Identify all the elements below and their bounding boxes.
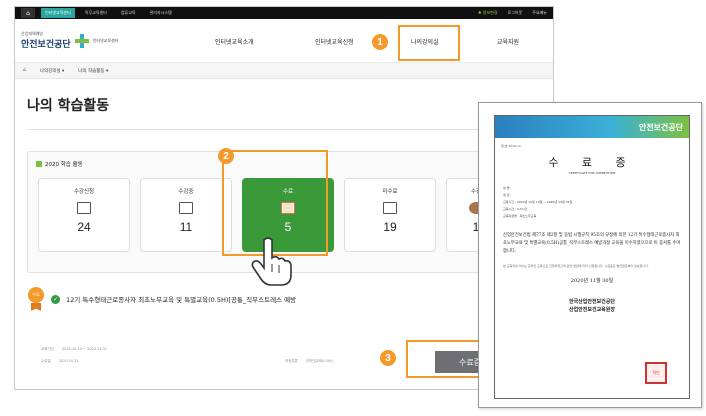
site-header: 산업재해예방 안전보건공단 인터넷교육센터 인터넷교육소개 인터넷교육신청 나의… (15, 19, 553, 63)
logo-center-name: 인터넷교육센터 (92, 37, 119, 43)
home-icon[interactable]: ⌂ (21, 8, 35, 18)
pointer-hand-icon (251, 237, 292, 286)
page-title: 나의 학습활동 (27, 98, 110, 114)
certificate-number: 제 호 2020-11 (501, 144, 521, 148)
card-in-progress[interactable]: 수강중 11 (140, 178, 232, 252)
write-icon (77, 202, 91, 214)
callout-badge-1: 1 (372, 34, 388, 50)
course-title[interactable]: 12기 특수형태근로종사자 최초노무교육 및 특별교육(0.5H)[공통_직무스… (66, 294, 296, 304)
breadcrumb: ⌂ 나의강의실 ▾ 나의 학습활동 ▾ (15, 63, 553, 79)
top-bar: ⌂ 인터넷교육센터 직무교육센터 컴퓨교육 관리자시스템 ♣ 정보변경 로그아웃… (15, 7, 553, 19)
card-value: 11 (179, 220, 193, 234)
logo-name: 안전보건공단 (21, 39, 71, 49)
divider (27, 129, 553, 130)
course-row: 수료 ✓ 12기 특수형태근로종사자 최초노무교육 및 특별교육(0.5H)[공… (27, 287, 547, 311)
callout-box-3 (406, 340, 486, 378)
panel-title-icon (36, 161, 42, 167)
check-icon: ✓ (51, 294, 60, 304)
card-label: 수강신청 (73, 189, 95, 195)
topbar-logout-link[interactable]: 로그아웃 (508, 10, 523, 16)
certificate-subtitle: CERTIFICATE FOR COMPLETION (568, 171, 616, 175)
card-value: 19 (383, 220, 397, 234)
topbar-tab-job[interactable]: 직무교육센터 (81, 10, 111, 16)
nav-item-support[interactable]: 교육지원 (497, 37, 519, 46)
certificate-notes: 본 교육과정 이수는 온라인 교육으로 진행되었으며 관련 법령에 따라 인정됩… (503, 264, 649, 268)
certificate-header: 안전보건공단 (495, 116, 689, 138)
certificate-popup: 안전보건공단 제 호 2020-11 수 료 증 CERTIFICATE FOR… (478, 102, 702, 408)
course-category: 과정분류 인터넷교육(0.5H) (285, 359, 333, 363)
card-enrolled[interactable]: 수강신청 24 (38, 178, 130, 252)
card-label: 수강중 (178, 189, 194, 195)
topbar-tab-internet[interactable]: 인터넷교육센터 (41, 8, 75, 18)
certificate-fields: 성 명 : 생 년 : 교육기간 : 2020년 10월 14일 ~ 2020년… (503, 186, 573, 218)
breadcrumb-level2[interactable]: 나의 학습활동 ▾ (78, 68, 108, 74)
nav-item-intro[interactable]: 인터넷교육소개 (215, 37, 254, 46)
cross-logo-icon (74, 33, 89, 48)
certificate-issuer: 한국산업안전보건공단 산업안전보건교육원장 (568, 299, 615, 313)
certificate-date: 2020년 11월 30일 (570, 278, 614, 284)
topbar-profile-link[interactable]: ♣ 정보변경 (478, 10, 498, 16)
medal-icon: 수료 (27, 287, 45, 311)
certificate-title: 수 료 증 (548, 156, 636, 169)
certificate-org: 안전보건공단 (638, 122, 683, 132)
topbar-menu-link[interactable]: 주요메뉴 (532, 10, 547, 16)
topbar-tab-computer[interactable]: 컴퓨교육 (117, 10, 140, 16)
clipboard-icon (383, 202, 397, 214)
card-not-completed[interactable]: 미수료 19 (344, 178, 436, 252)
course-period: 교육기간 2020.10.14 ~ 2020.12.31 (41, 347, 108, 351)
card-value: 24 (77, 220, 91, 234)
callout-badge-2: 2 (218, 148, 234, 164)
callout-box-1 (398, 25, 460, 61)
card-label: 미수료 (382, 189, 398, 195)
nav-item-apply[interactable]: 인터넷교육신청 (315, 37, 354, 46)
course-completion-date: 수료일 2020.10.21 (41, 359, 79, 363)
certificate-body: 산업안전보건법 제77조 제2항 및 동법 시행규칙 95조의 규정에 의한 1… (503, 233, 681, 254)
seal-stamp: 직인 (645, 362, 667, 384)
site-logo[interactable]: 산업재해예방 안전보건공단 인터넷교육센터 (21, 31, 118, 50)
panel-title: 2020 학습 활동 (36, 160, 83, 168)
certificate: 안전보건공단 제 호 2020-11 수 료 증 CERTIFICATE FOR… (494, 115, 690, 399)
breadcrumb-home-icon[interactable]: ⌂ (23, 68, 26, 73)
topbar-tab-admin[interactable]: 관리자시스템 (146, 10, 176, 16)
breadcrumb-level1[interactable]: 나의강의실 ▾ (40, 68, 64, 74)
callout-badge-3: 3 (380, 350, 396, 366)
monitor-icon (179, 202, 193, 214)
